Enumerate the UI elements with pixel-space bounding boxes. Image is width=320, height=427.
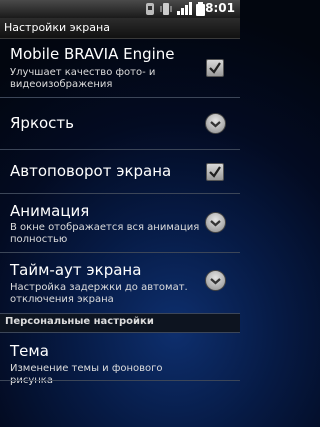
signal-icon bbox=[177, 2, 192, 15]
chevron-down-icon bbox=[210, 220, 221, 227]
setting-title: Тема bbox=[10, 342, 49, 360]
setting-summary: Улучшает качество фото- и видеоизображен… bbox=[10, 67, 156, 90]
bravia-checkbox[interactable] bbox=[206, 59, 224, 77]
setting-title: Автоповорот экрана bbox=[10, 162, 172, 180]
status-time: 8:01 bbox=[205, 1, 235, 15]
setting-title: Тайм-аут экрана bbox=[10, 261, 142, 279]
divider bbox=[0, 380, 240, 381]
usb-debug-icon bbox=[146, 3, 154, 15]
setting-summary: Изменение темы и фонового рисунка bbox=[10, 363, 163, 386]
setting-screen-timeout[interactable]: Тайм-аут экрана Настройка задержки до ав… bbox=[0, 253, 240, 313]
check-icon bbox=[209, 62, 221, 74]
status-bar: 8:01 bbox=[0, 0, 240, 18]
setting-summary: Настройка задержки до автомат. отключени… bbox=[10, 282, 188, 305]
vibrate-icon bbox=[160, 3, 172, 15]
setting-brightness[interactable]: Яркость bbox=[0, 98, 240, 149]
check-icon bbox=[209, 166, 221, 178]
expand-button[interactable] bbox=[205, 113, 226, 134]
setting-title: Mobile BRAVIA Engine bbox=[10, 45, 175, 63]
setting-animation[interactable]: Анимация В окне отображается вся анимаци… bbox=[0, 194, 240, 252]
expand-button[interactable] bbox=[205, 212, 226, 233]
chevron-down-icon bbox=[210, 278, 221, 285]
expand-button[interactable] bbox=[205, 270, 226, 291]
title-bar: Настройки экрана bbox=[0, 18, 240, 39]
setting-bravia-engine[interactable]: Mobile BRAVIA Engine Улучшает качество ф… bbox=[0, 39, 240, 97]
section-label: Персональные настройки bbox=[5, 316, 154, 327]
battery-icon bbox=[196, 2, 205, 16]
auto-rotate-checkbox[interactable] bbox=[206, 163, 224, 181]
window-title: Настройки экрана bbox=[4, 21, 110, 34]
setting-auto-rotate[interactable]: Автоповорот экрана bbox=[0, 150, 240, 193]
setting-title: Яркость bbox=[10, 114, 75, 132]
section-header-personal: Персональные настройки bbox=[0, 313, 240, 333]
setting-theme[interactable]: Тема Изменение темы и фонового рисунка bbox=[0, 332, 240, 386]
setting-title: Анимация bbox=[10, 202, 90, 220]
setting-summary: В окне отображается вся анимация полност… bbox=[10, 222, 200, 245]
chevron-down-icon bbox=[210, 121, 221, 128]
